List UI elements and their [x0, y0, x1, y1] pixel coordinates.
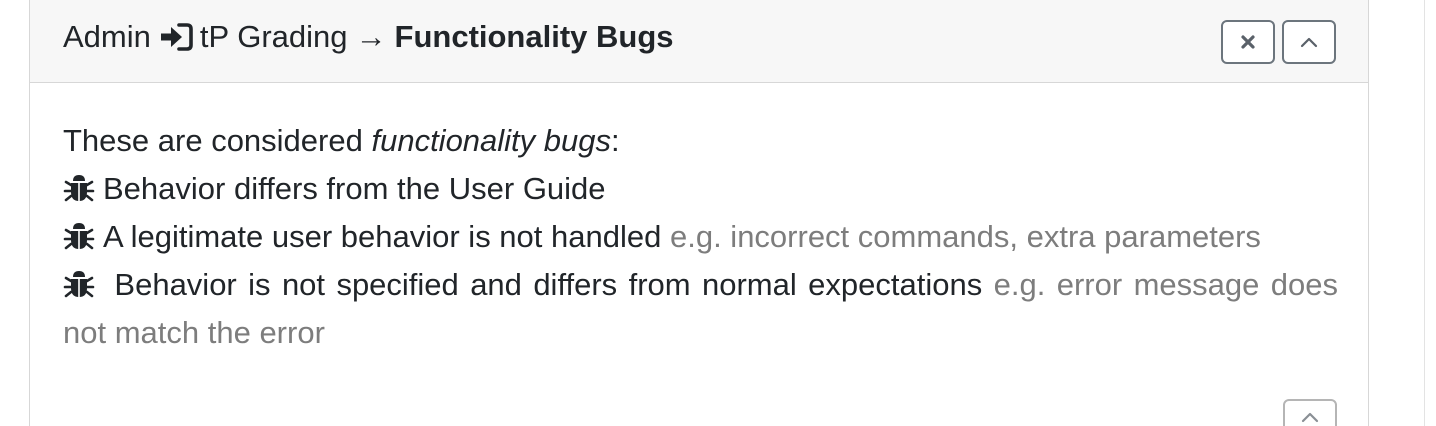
list-item: Behavior is not specified and differs fr… [63, 261, 1338, 357]
collapse-button[interactable] [1282, 20, 1336, 64]
breadcrumb-admin: Admin [63, 19, 151, 54]
item-text: Behavior differs from the User Guide [103, 171, 606, 206]
bottom-collapse-button[interactable] [1283, 399, 1337, 426]
sign-in-icon [159, 21, 195, 53]
breadcrumb-tp-grading: tP Grading [199, 19, 348, 54]
close-icon [1241, 35, 1255, 49]
intro-line: These are considered functionality bugs: [63, 117, 1338, 165]
list-item: A legitimate user behavior is not handle… [63, 213, 1338, 261]
list-item: Behavior differs from the User Guide [63, 165, 1338, 213]
chevron-up-icon [1300, 37, 1318, 48]
grading-panel: Admin tP Grading → Functionality Bugs Th… [29, 0, 1369, 426]
intro-term: functionality bugs [371, 123, 612, 158]
intro-suffix: : [611, 123, 620, 158]
page: Admin tP Grading → Functionality Bugs Th… [0, 0, 1436, 426]
panel-body: These are considered functionality bugs:… [63, 117, 1338, 357]
bug-icon [63, 223, 95, 250]
item-text: Behavior is not specified and differs fr… [114, 267, 983, 302]
bug-icon [63, 271, 95, 298]
scrollbar-divider [1424, 0, 1425, 426]
breadcrumb-separator: → [355, 19, 387, 54]
close-button[interactable] [1221, 20, 1275, 64]
item-text: A legitimate user behavior is not handle… [103, 219, 662, 254]
chevron-up-icon [1301, 412, 1319, 423]
item-example: e.g. incorrect commands, extra parameter… [669, 219, 1261, 254]
panel-title: Functionality Bugs [394, 19, 674, 54]
intro-prefix: These are considered [63, 123, 372, 158]
breadcrumb: Admin tP Grading → Functionality Bugs [63, 17, 674, 57]
bug-icon [63, 175, 95, 202]
panel-header: Admin tP Grading → Functionality Bugs [30, 0, 1368, 83]
